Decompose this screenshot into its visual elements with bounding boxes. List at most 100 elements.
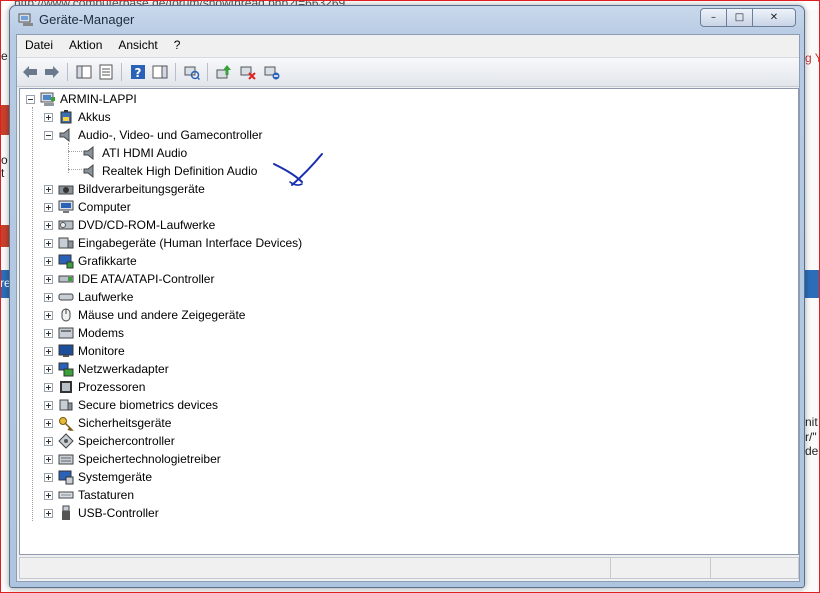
tree-category[interactable]: Laufwerke xyxy=(44,288,133,306)
hid-icon xyxy=(58,235,74,251)
tree-category[interactable]: Prozessoren xyxy=(44,378,145,396)
storage-controller-icon xyxy=(58,433,74,449)
tree-category[interactable]: Tastaturen xyxy=(44,486,134,504)
svg-text:?: ? xyxy=(135,66,142,80)
expand-icon[interactable] xyxy=(44,292,53,302)
status-segment xyxy=(710,558,711,578)
tree-category[interactable]: Systemgeräte xyxy=(44,468,152,486)
tree-category[interactable]: Akkus xyxy=(44,108,111,126)
expand-icon[interactable] xyxy=(44,310,53,320)
battery-icon xyxy=(58,109,74,125)
tree-root[interactable]: ARMIN-LAPPI xyxy=(26,90,137,108)
tree-category[interactable]: Secure biometrics devices xyxy=(44,396,218,414)
menu-aktion[interactable]: Aktion xyxy=(61,38,110,52)
expand-icon[interactable] xyxy=(44,364,53,374)
display-adapter-icon xyxy=(58,253,74,269)
collapse-icon[interactable] xyxy=(26,94,35,104)
uninstall-device-icon[interactable] xyxy=(263,63,281,81)
expand-icon[interactable] xyxy=(44,112,53,122)
category-label: DVD/CD-ROM-Laufwerke xyxy=(78,218,216,232)
expand-icon[interactable] xyxy=(44,382,53,392)
modem-icon xyxy=(58,325,74,341)
tree-category[interactable]: Speichercontroller xyxy=(44,432,175,450)
category-label: Sicherheitsgeräte xyxy=(78,416,172,430)
properties-icon[interactable] xyxy=(97,63,115,81)
show-hide-console-tree-icon[interactable] xyxy=(75,63,93,81)
menu-datei[interactable]: Datei xyxy=(17,38,61,52)
expand-icon[interactable] xyxy=(44,454,53,464)
tree-category[interactable]: DVD/CD-ROM-Laufwerke xyxy=(44,216,215,234)
expand-icon[interactable] xyxy=(44,436,53,446)
category-label: Eingabegeräte (Human Interface Devices) xyxy=(78,236,303,250)
category-label: Secure biometrics devices xyxy=(78,398,219,412)
tree-category[interactable]: Netzwerkadapter xyxy=(44,360,169,378)
tree-category[interactable]: Bildverarbeitungsgeräte xyxy=(44,180,205,198)
back-icon[interactable] xyxy=(21,63,39,81)
expand-icon[interactable] xyxy=(44,346,53,356)
tree-category[interactable]: Audio-, Video- und Gamecontroller xyxy=(44,126,263,144)
tree-category[interactable]: Sicherheitsgeräte xyxy=(44,414,171,432)
camera-icon xyxy=(58,181,74,197)
handwritten-x-annotation xyxy=(273,153,323,186)
category-label: Computer xyxy=(78,200,131,214)
expand-icon[interactable] xyxy=(44,238,53,248)
status-bar xyxy=(19,557,799,579)
keyboard-icon xyxy=(58,487,74,503)
collapse-icon[interactable] xyxy=(44,130,53,140)
category-label: Systemgeräte xyxy=(78,470,153,484)
tree-category[interactable]: Monitore xyxy=(44,342,125,360)
background-text-fragment: de xyxy=(805,444,819,458)
expand-icon[interactable] xyxy=(44,418,53,428)
tree-category[interactable]: Speichertechnologietreiber xyxy=(44,450,221,468)
device-tree[interactable]: ARMIN-LAPPI Akkus Audio-, Video- und Gam… xyxy=(19,88,799,555)
action-pane-icon[interactable] xyxy=(151,63,169,81)
scan-hardware-icon[interactable] xyxy=(183,63,201,81)
category-label: Netzwerkadapter xyxy=(78,362,169,376)
close-button[interactable]: ✕ xyxy=(752,8,796,27)
ide-controller-icon xyxy=(58,271,74,287)
tree-device[interactable]: Realtek High Definition Audio xyxy=(82,162,257,180)
tree-category[interactable]: Grafikkarte xyxy=(44,252,137,270)
expand-icon[interactable] xyxy=(44,490,53,500)
toolbar-separator xyxy=(207,63,208,81)
device-label: ATI HDMI Audio xyxy=(102,146,188,160)
menu-help[interactable]: ? xyxy=(166,38,189,52)
forward-icon[interactable] xyxy=(43,63,61,81)
tree-category[interactable]: Modems xyxy=(44,324,124,342)
toolbar: ? xyxy=(17,57,799,87)
speaker-icon xyxy=(82,145,98,161)
background-text-fragment: nit xyxy=(805,415,818,429)
device-label: Realtek High Definition Audio xyxy=(102,164,258,178)
tree-category[interactable]: IDE ATA/ATAPI-Controller xyxy=(44,270,214,288)
expand-icon[interactable] xyxy=(44,220,53,230)
tree-device[interactable]: ATI HDMI Audio xyxy=(82,144,187,162)
expand-icon[interactable] xyxy=(44,256,53,266)
category-label: Monitore xyxy=(78,344,125,358)
update-driver-icon[interactable] xyxy=(215,63,233,81)
tree-category[interactable]: Mäuse und andere Zeigegeräte xyxy=(44,306,245,324)
minimize-button[interactable]: – xyxy=(700,8,727,27)
tree-category[interactable]: USB-Controller xyxy=(44,504,159,522)
expand-icon[interactable] xyxy=(44,400,53,410)
tree-category[interactable]: Eingabegeräte (Human Interface Devices) xyxy=(44,234,302,252)
disable-device-icon[interactable] xyxy=(239,63,257,81)
expand-icon[interactable] xyxy=(44,184,53,194)
category-label: IDE ATA/ATAPI-Controller xyxy=(78,272,215,286)
expand-icon[interactable] xyxy=(44,202,53,212)
expand-icon[interactable] xyxy=(44,472,53,482)
device-manager-window: Geräte-Manager – □ ✕ Datei Aktion Ansich… xyxy=(9,5,805,588)
expand-icon[interactable] xyxy=(44,274,53,284)
expand-icon[interactable] xyxy=(44,508,53,518)
toolbar-separator xyxy=(121,63,122,81)
maximize-button[interactable]: □ xyxy=(726,8,753,27)
category-label: Grafikkarte xyxy=(78,254,137,268)
category-label: Bildverarbeitungsgeräte xyxy=(78,182,205,196)
menu-ansicht[interactable]: Ansicht xyxy=(110,38,165,52)
title-bar[interactable]: Geräte-Manager – □ ✕ xyxy=(10,6,804,32)
tree-category[interactable]: Computer xyxy=(44,198,131,216)
expand-icon[interactable] xyxy=(44,328,53,338)
speaker-icon xyxy=(58,127,74,143)
help-icon[interactable]: ? xyxy=(129,63,147,81)
toolbar-separator xyxy=(67,63,68,81)
category-label: Speichercontroller xyxy=(78,434,175,448)
